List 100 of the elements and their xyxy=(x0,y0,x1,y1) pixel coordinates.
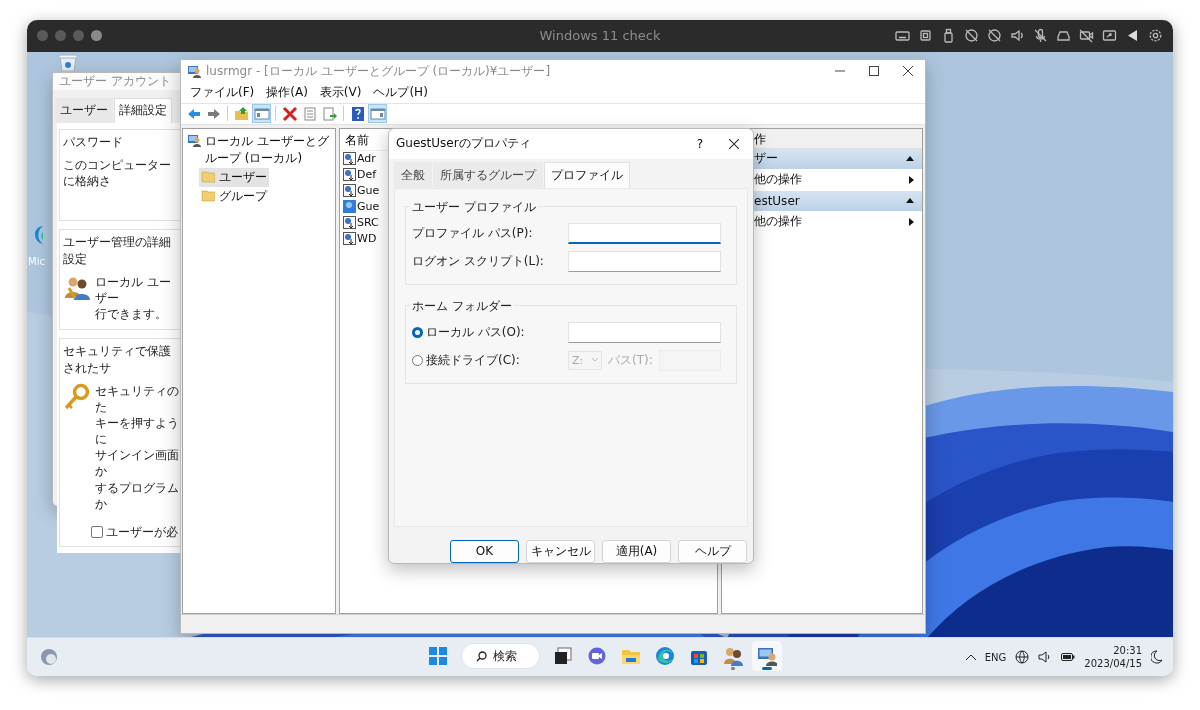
dialog-button[interactable]: ヘルプ xyxy=(678,539,747,563)
crossed-camera-icon[interactable] xyxy=(1079,28,1094,44)
help-icon xyxy=(349,105,366,122)
description-text: このコンピューターに格納さ xyxy=(63,156,172,190)
checkbox[interactable] xyxy=(91,526,103,539)
usb-drive-icon[interactable] xyxy=(941,28,956,44)
moon-icon[interactable] xyxy=(1151,650,1163,665)
computer-user-icon xyxy=(187,132,201,147)
tree-item[interactable]: ユーザー xyxy=(199,167,269,187)
list-row[interactable]: Adr xyxy=(343,150,376,167)
computer-user-button[interactable] xyxy=(752,641,782,672)
panel-button[interactable] xyxy=(368,104,387,124)
delete-icon xyxy=(281,105,298,122)
tab[interactable]: ユーザー xyxy=(55,97,113,123)
speaker-icon[interactable] xyxy=(1010,28,1025,44)
group-title: ユーザー管理の詳細設定 xyxy=(63,233,172,268)
input-field[interactable] xyxy=(568,222,721,244)
window-title: Windows 11 check xyxy=(539,28,661,44)
user-icon xyxy=(343,152,356,166)
description-text: ローカル ユーザー xyxy=(95,273,172,307)
dialog-button[interactable]: キャンセル xyxy=(526,539,595,563)
keyboard-icon[interactable] xyxy=(895,28,910,44)
muted-microphone-icon[interactable] xyxy=(1033,28,1048,44)
app-icon xyxy=(187,64,201,79)
users-icon xyxy=(723,646,743,667)
search-icon xyxy=(476,650,487,662)
tab[interactable]: 詳細設定 xyxy=(114,97,172,123)
close-icon[interactable] xyxy=(729,138,739,149)
menu-item[interactable]: ファイル(F) xyxy=(185,84,260,102)
panel-icon xyxy=(253,105,270,122)
field-label: ログオン スクリプト(L): xyxy=(412,252,545,270)
user-icon xyxy=(343,232,356,246)
window-control-button[interactable] xyxy=(91,30,102,42)
crossed-circle-icon[interactable] xyxy=(987,28,1002,44)
browser-icon xyxy=(655,646,675,667)
list-row[interactable]: WD xyxy=(343,230,377,247)
clock-time[interactable]: 20:31 xyxy=(1113,644,1142,658)
input-field[interactable] xyxy=(568,321,721,343)
radio-label: 接続ドライブ(C): xyxy=(426,351,520,369)
folder-icon xyxy=(233,105,250,122)
submenu-arrow-icon xyxy=(909,175,914,184)
help-button[interactable]: ? xyxy=(685,135,715,152)
chip-icon[interactable] xyxy=(918,28,933,44)
caret-icon xyxy=(592,358,598,363)
description-text: キーを押すように xyxy=(95,414,180,448)
user-icon xyxy=(343,184,356,198)
menu-item[interactable]: 表示(V) xyxy=(314,84,367,102)
list-row[interactable]: SRC xyxy=(343,214,379,231)
menu-item[interactable]: ヘルプ(H) xyxy=(368,84,433,102)
export-icon xyxy=(321,105,338,122)
search-field[interactable]: 検索 xyxy=(461,643,540,670)
user-icon xyxy=(343,216,356,230)
settings-icon[interactable] xyxy=(1148,28,1163,44)
dialog-button[interactable]: 適用(A) xyxy=(602,539,671,563)
dialog-title: GuestUserのプロパティ xyxy=(396,135,532,153)
maximize-icon[interactable] xyxy=(869,66,879,77)
computer-user-icon xyxy=(757,646,777,667)
column-header: 作 xyxy=(754,131,766,146)
tree-item[interactable]: グループ xyxy=(199,186,269,206)
close-icon[interactable] xyxy=(903,66,913,77)
window-title: lusrmgr - [ローカル ユーザーとグループ (ローカル)¥ユーザー] xyxy=(206,62,551,80)
user-icon xyxy=(343,168,356,182)
list-row[interactable]: Gue xyxy=(343,198,380,215)
checkbox-label: ユーザーが必 xyxy=(106,524,178,541)
globe-icon[interactable] xyxy=(1015,650,1030,665)
folder-icon xyxy=(201,187,215,202)
tab[interactable]: プロファイル xyxy=(544,161,630,188)
description-text: セキュリティのた xyxy=(95,382,180,415)
folder-icon xyxy=(201,168,215,183)
crossed-circle-icon[interactable] xyxy=(964,28,979,44)
tab[interactable]: 所属するグループ xyxy=(433,161,543,188)
tab[interactable]: 全般 xyxy=(394,161,432,188)
clock-date[interactable]: 2023/04/15 xyxy=(1084,657,1142,671)
radio-button[interactable] xyxy=(412,326,423,338)
drive-icon[interactable] xyxy=(1056,28,1071,44)
recycle-bin-icon[interactable] xyxy=(57,52,79,71)
screen-share-icon[interactable] xyxy=(1102,28,1117,44)
panel-button[interactable] xyxy=(252,104,271,124)
group-title: ホーム フォルダー xyxy=(410,297,514,315)
list-row[interactable]: Def xyxy=(343,166,377,183)
field-label: パス(T): xyxy=(608,351,653,369)
list-row[interactable]: Gue xyxy=(343,182,380,199)
group-title: ユーザー プロファイル xyxy=(410,198,538,216)
language-indicator[interactable]: ENG xyxy=(984,651,1007,663)
menu-item[interactable]: 操作(A) xyxy=(261,84,313,102)
triangle-icon[interactable] xyxy=(1125,28,1140,44)
tree-item[interactable]: ローカル ユーザーとグループ (ローカル) xyxy=(185,131,333,168)
video-chat-icon xyxy=(587,646,607,667)
window-title: ユーザー アカウント xyxy=(53,72,181,90)
field-label: プロファイル パス(P): xyxy=(412,224,534,242)
dialog-button[interactable]: OK xyxy=(450,539,519,563)
delete-button[interactable] xyxy=(280,104,299,124)
column-header[interactable]: 名前 xyxy=(345,132,369,147)
submenu-arrow-icon xyxy=(909,217,914,226)
radio-label: ローカル パス(O): xyxy=(426,323,525,341)
input-field[interactable] xyxy=(568,250,721,272)
chevron-up-icon[interactable] xyxy=(965,654,976,661)
user-icon xyxy=(343,200,356,214)
export-button[interactable] xyxy=(320,104,339,124)
description-text: 行できます。 xyxy=(95,306,168,323)
